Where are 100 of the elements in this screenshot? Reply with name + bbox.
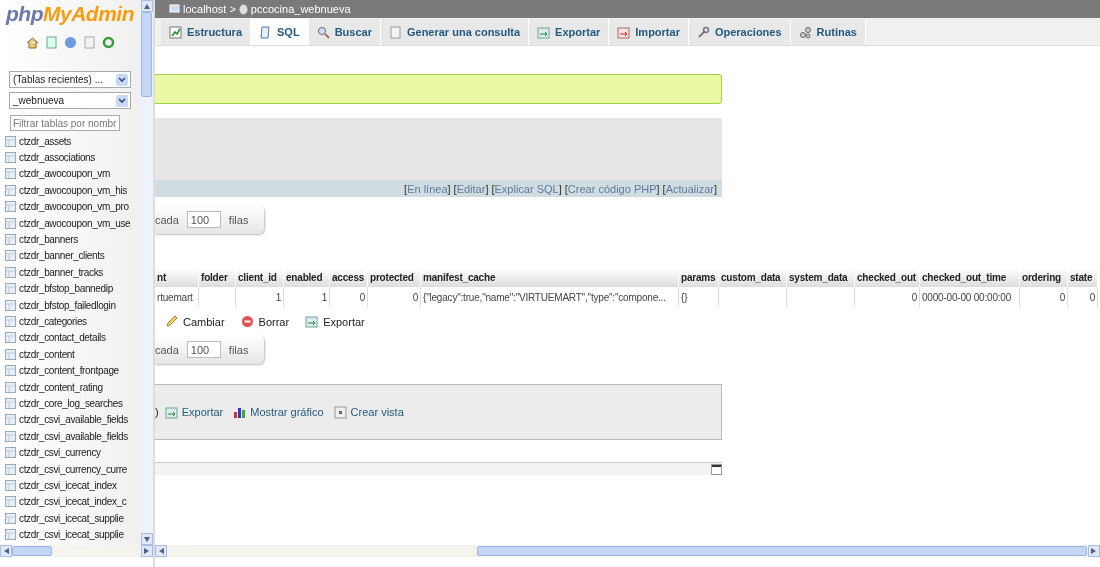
tab[interactable]: Importar [609,19,689,45]
column-header[interactable]: access [330,268,368,287]
pencil-icon [165,315,178,328]
table-icon [5,365,16,377]
bracket: ] [447,182,451,195]
help-icon[interactable] [63,36,77,49]
server-link[interactable]: localhost [183,3,227,15]
logo[interactable]: phpMyAdmin [6,2,134,26]
row-action-link[interactable]: Exportar [305,315,365,328]
document-icon [259,25,273,39]
filter-field[interactable]: Filtrar tablas por nombr [10,115,120,131]
table-cell: 0000-00-00 00:00:00 [920,287,1020,307]
table-cell: 1 [284,287,330,307]
column-header[interactable]: params [679,268,719,287]
export-icon [164,405,178,419]
table-link[interactable]: ctzdr_banner_tracks [19,266,103,278]
column-header[interactable]: manifest_cache [421,268,679,287]
table-cell: rtuemart [155,287,199,307]
rows-field[interactable]: 100 [186,341,221,358]
table-link[interactable]: ctzdr_csvi_currency_curre [19,463,127,475]
rows-label: cada [155,343,179,356]
table-link[interactable]: ctzdr_csvi_icecat_index [19,479,117,491]
scroll-thumb[interactable] [12,546,52,556]
column-header[interactable]: nt [155,268,199,287]
table-link[interactable]: ctzdr_csvi_available_fields [19,430,128,442]
home-icon[interactable] [25,36,39,49]
scroll-down-arrow-icon[interactable] [141,534,152,544]
table-icon [5,414,16,426]
tab[interactable]: Exportar [529,19,610,45]
database-select[interactable]: _webnueva [9,92,131,109]
table-link[interactable]: ctzdr_contact_details [19,332,106,344]
column-header[interactable]: checked_out_time [920,268,1020,287]
row-action-link[interactable]: Borrar [240,315,290,328]
column-header[interactable]: client_id [236,268,284,287]
column-header[interactable]: ordering [1020,268,1068,287]
table-link[interactable]: ctzdr_banners [19,234,78,246]
column-header[interactable]: checked_out [855,268,920,287]
table-link[interactable]: ctzdr_core_log_searches [19,397,123,409]
column-header[interactable]: folder [199,268,236,287]
bracket: ] [558,182,562,195]
bracket: [ [404,182,408,195]
tab[interactable]: Rutinas [790,19,866,45]
table-link[interactable]: ctzdr_awocoupon_vm_pro [19,201,129,213]
horizontal-scrollbar[interactable] [155,545,1100,557]
table-cell: 0 [855,287,920,307]
operation-link[interactable]: Crear vista [333,405,404,419]
table-icon [5,250,16,262]
wrench-icon [696,25,710,39]
table-link[interactable]: ctzdr_csvi_currency [19,447,101,459]
table-icon [5,283,16,295]
operation-link[interactable]: Mostrar gráfico [233,405,324,419]
rows-unit: filas [228,213,249,226]
table-link[interactable]: ctzdr_csvi_icecat_supplie [19,512,124,524]
table-link[interactable]: ctzdr_awocoupon_vm [19,168,110,180]
horizontal-scrollbar[interactable] [0,545,153,557]
export-icon [537,25,551,39]
table-link[interactable]: ctzdr_bfstop_failedlogin [19,299,116,311]
table-link[interactable]: ctzdr_awocoupon_vm_use [19,217,131,229]
tab[interactable]: Buscar [308,19,381,45]
table-icon [5,266,16,278]
table-link[interactable]: ctzdr_csvi_icecat_index_c [19,496,127,508]
table-link[interactable]: ctzdr_content_frontpage [19,365,119,377]
dropdown-caret-icon [116,73,128,86]
tab[interactable]: Estructura [161,19,252,45]
recent-tables-select[interactable]: (Tablas recientes) ... [9,71,131,88]
scroll-thumb[interactable] [141,12,152,97]
reload-icon[interactable] [101,36,115,49]
table-icon [5,512,16,524]
row-action-link[interactable]: Cambiar [165,315,225,328]
database-link[interactable]: pccocina_webnueva [250,3,351,15]
vertical-scrollbar[interactable] [140,0,153,545]
table-link[interactable]: ctzdr_content [19,348,75,360]
tab[interactable]: Generar una consulta [380,19,530,45]
tab[interactable]: Operaciones [688,19,791,45]
operation-link[interactable]: Exportar [164,405,224,419]
tab[interactable]: SQL [251,19,309,45]
table-icon [5,184,16,196]
table-link[interactable]: ctzdr_awocoupon_vm_his [19,184,127,196]
table-link[interactable]: ctzdr_csvi_icecat_supplie [19,529,124,541]
column-header[interactable]: system_data [787,268,855,287]
column-header[interactable]: enabled [284,268,330,287]
column-header[interactable]: custom_data [719,268,787,287]
rows-field[interactable]: 100 [186,211,221,228]
table-link[interactable]: ctzdr_banner_clients [19,250,105,262]
table-icon [5,381,16,393]
table-link[interactable]: ctzdr_content_rating [19,381,103,393]
window-icon[interactable] [711,463,722,475]
table-link[interactable]: ctzdr_csvi_available_fields [19,414,128,426]
document-icon [388,25,402,39]
table-link[interactable]: ctzdr_associations [19,152,95,164]
scroll-thumb[interactable] [477,546,1087,556]
table-link[interactable]: ctzdr_assets [19,135,71,147]
column-header[interactable]: protected [368,268,421,287]
export-icon [305,315,319,328]
table-icon [5,496,16,508]
table-link[interactable]: ctzdr_bfstop_bannedip [19,283,113,295]
column-header[interactable]: state [1068,268,1098,287]
rows-label: cada [155,213,179,226]
document-icon[interactable] [44,36,58,49]
table-link[interactable]: ctzdr_categories [19,316,87,327]
